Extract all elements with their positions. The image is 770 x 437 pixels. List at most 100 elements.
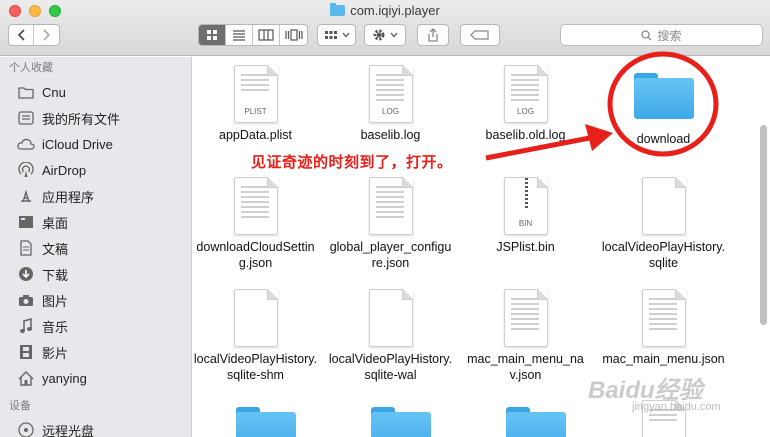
search-icon (641, 29, 652, 40)
list-view-button[interactable] (226, 25, 254, 45)
folder-item[interactable] (473, 407, 598, 437)
sidebar-item-pictures[interactable]: 图片 (0, 287, 191, 313)
file-item[interactable]: PLIST appData.plist (193, 65, 318, 143)
sidebar-item-label: 影片 (42, 345, 69, 361)
desktop-icon (17, 213, 35, 231)
forward-button[interactable] (34, 25, 59, 45)
sidebar-item-label: 应用程序 (42, 189, 95, 205)
folder-item[interactable] (338, 407, 463, 437)
file-name: baselib.log (360, 128, 421, 142)
folder-icon (633, 73, 694, 119)
share-button[interactable] (417, 24, 449, 46)
cloud-icon (17, 135, 35, 153)
coverflow-icon (284, 29, 303, 41)
file-name: global_player_configure.json (329, 240, 452, 270)
text-file-icon (233, 177, 278, 235)
folder-icon (235, 407, 296, 437)
applications-icon (17, 187, 35, 205)
search-field[interactable]: 搜索 (560, 24, 763, 46)
log-file-icon: LOG (503, 65, 548, 123)
columns-icon (258, 29, 274, 41)
file-item[interactable]: BIN JSPlist.bin (463, 177, 588, 255)
sidebar-item-home[interactable]: yanying (0, 365, 191, 391)
sidebar-item-downloads[interactable]: 下载 (0, 261, 191, 287)
folder-item-download[interactable]: download (601, 73, 726, 147)
blank-file-icon (368, 289, 413, 347)
sidebar-item-label: AirDrop (42, 162, 87, 178)
sidebar-item-desktop[interactable]: 桌面 (0, 209, 191, 235)
file-item[interactable]: localVideoPlayHistory.sqlite (601, 177, 726, 271)
vertical-scrollbar[interactable] (760, 125, 767, 325)
sidebar-item-label: iCloud Drive (42, 136, 113, 152)
sidebar-item-airdrop[interactable]: AirDrop (0, 157, 191, 183)
sidebar-item-remote-disc[interactable]: 远程光盘 (0, 417, 191, 437)
baidu-watermark: Baidu经验 (588, 377, 703, 404)
file-item[interactable]: global_player_configure.json (328, 177, 453, 271)
chevron-left-icon (17, 29, 25, 41)
file-name: mac_main_menu.json (602, 352, 725, 366)
sidebar-item-movies[interactable]: 影片 (0, 339, 191, 365)
sidebar-item-label: 音乐 (42, 319, 69, 335)
edit-tags-button[interactable] (460, 24, 500, 46)
window-title: com.iqiyi.player (0, 3, 770, 19)
blank-file-icon (233, 289, 278, 347)
icon-view-button[interactable] (199, 25, 227, 45)
favorites-section-header: 个人收藏 (9, 62, 53, 74)
home-icon (17, 369, 35, 387)
file-item[interactable]: LOG baselib.log (328, 65, 453, 143)
camera-icon (17, 291, 35, 309)
sidebar-item-cnu[interactable]: Cnu (0, 79, 191, 105)
text-file-icon (503, 289, 548, 347)
log-file-icon: LOG (368, 65, 413, 123)
sidebar-item-label: yanying (42, 370, 87, 386)
chevron-right-icon (43, 29, 51, 41)
text-file-icon (641, 289, 686, 347)
arrange-button[interactable] (317, 24, 356, 46)
sidebar-item-applications[interactable]: 应用程序 (0, 183, 191, 209)
sidebar-item-music[interactable]: 音乐 (0, 313, 191, 339)
share-icon (428, 28, 438, 42)
sidebar-item-documents[interactable]: 文稿 (0, 235, 191, 261)
folder-icon (370, 407, 431, 437)
file-item[interactable]: localVideoPlayHistory.sqlite-shm (193, 289, 318, 383)
text-file-icon (368, 177, 413, 235)
nav-buttons (8, 24, 60, 46)
tag-icon (470, 30, 489, 40)
devices-section-header: 设备 (9, 400, 31, 412)
action-menu-button[interactable] (364, 24, 406, 46)
sidebar-item-label: 远程光盘 (42, 423, 95, 437)
file-name: mac_main_menu_nav.json (467, 352, 584, 382)
file-name: localVideoPlayHistory.sqlite (601, 240, 726, 270)
plist-file-icon: PLIST (233, 65, 278, 123)
grid-icon (207, 30, 217, 40)
sidebar-item-all-my-files[interactable]: 我的所有文件 (0, 105, 191, 131)
folder-item[interactable] (203, 407, 328, 437)
file-name: download (636, 132, 691, 146)
gear-icon (373, 29, 385, 41)
folder-icon (17, 83, 35, 101)
coverflow-view-button[interactable] (280, 25, 307, 45)
sidebar: 个人收藏 Cnu 我的所有文件 iCloud Drive AirDrop 应用程… (0, 57, 192, 437)
file-name: localVideoPlayHistory.sqlite-shm (193, 352, 318, 382)
airdrop-icon (17, 161, 35, 179)
search-placeholder: 搜索 (657, 28, 682, 43)
column-view-button[interactable] (253, 25, 281, 45)
file-item[interactable]: localVideoPlayHistory.sqlite-wal (328, 289, 453, 383)
sidebar-item-label: 图片 (42, 293, 69, 309)
sidebar-item-icloud-drive[interactable]: iCloud Drive (0, 131, 191, 157)
file-name: downloadCloudSetting.json (196, 240, 315, 270)
file-item[interactable]: mac_main_menu_nav.json (463, 289, 588, 383)
folder-icon (330, 3, 346, 16)
file-name: baselib.old.log (485, 128, 566, 142)
download-icon (17, 265, 35, 283)
list-icon (233, 30, 246, 41)
chevron-down-icon (390, 32, 398, 38)
folder-icon (505, 407, 566, 437)
file-item[interactable]: mac_main_menu.json (601, 289, 726, 367)
back-button[interactable] (9, 25, 35, 45)
annotation-caption: 见证奇迹的时刻到了，打开。 (251, 154, 453, 171)
file-item[interactable]: downloadCloudSetting.json (193, 177, 318, 271)
sidebar-item-label: 文稿 (42, 241, 69, 257)
file-item[interactable]: LOG baselib.old.log (463, 65, 588, 143)
music-icon (17, 317, 35, 335)
